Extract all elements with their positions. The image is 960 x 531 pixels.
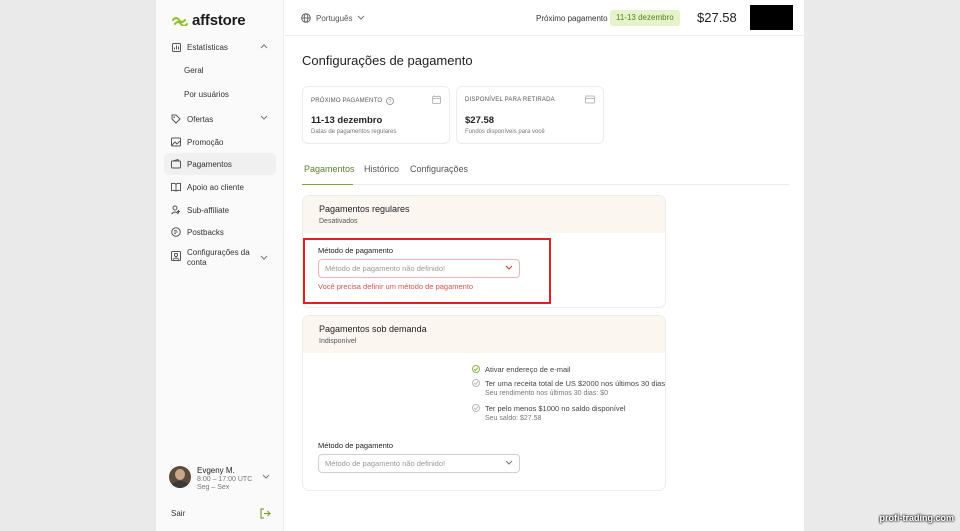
image-icon [171, 137, 181, 147]
card-value: $27.58 [465, 115, 495, 126]
sidebar-item-sub-affiliate[interactable]: Sub-affiliate [164, 199, 276, 221]
page-title: Configurações de pagamento [302, 53, 473, 68]
sidebar-item-label: Apoio ao cliente [187, 182, 244, 192]
sidebar-item-label: Promoção [187, 137, 224, 147]
panel-title: Pagamentos regulares [319, 204, 410, 214]
next-payment-card: PRÓXIMO PAGAMENTO ? 11-13 dezembro Datas… [302, 86, 450, 144]
tag-icon [171, 114, 181, 124]
next-payment-label: Próximo pagamento [536, 14, 608, 23]
account-icon [171, 251, 181, 261]
redacted-block [750, 5, 793, 30]
profile-name: Evgeny M. [197, 466, 235, 475]
sidebar-item-label: Ofertas [187, 114, 214, 124]
sidebar-item-label: Postbacks [187, 227, 224, 237]
card-label: DISPONÍVEL PARA RETIRADA [465, 97, 555, 103]
avatar [169, 466, 191, 488]
chevron-down-icon [260, 255, 268, 260]
check-circle-icon [472, 404, 480, 412]
calendar-icon [432, 95, 441, 104]
sidebar-item-label: Estatísticas [187, 42, 228, 52]
requirement-text: Ativar endereço de e-mail [485, 365, 571, 374]
sidebar-item-label: Pagamentos [187, 159, 232, 169]
payment-method-label: Método de pagamento [318, 441, 394, 450]
chevron-down-icon[interactable] [262, 474, 270, 480]
profile-hours: 8:00 – 17:00 UTC [197, 476, 253, 483]
sidebar-item-geral[interactable]: Geral [184, 66, 204, 75]
postback-icon [171, 227, 181, 237]
chevron-down-icon [260, 115, 268, 120]
payment-method-select[interactable]: Método de pagamento não definido! [318, 454, 520, 473]
language-label: Português [316, 13, 353, 23]
logout-icon[interactable] [260, 508, 271, 519]
panel-status: Desativados [319, 218, 358, 225]
watermark: profi-trading.com [879, 513, 955, 523]
logo[interactable]: affstore [172, 12, 246, 29]
requirement-text: Ter uma receita total de US $2000 nos úl… [485, 379, 666, 388]
requirement-detail: Seu saldo: $27.58 [485, 415, 542, 422]
tab-historico[interactable]: Histórico [364, 164, 399, 185]
sidebar-item-estatisticas[interactable]: Estatísticas [164, 36, 276, 58]
panel-title: Pagamentos sob demanda [319, 324, 427, 334]
header-balance: $27.58 [697, 10, 737, 25]
panel-header: Pagamentos regulares Desativados [303, 196, 665, 233]
check-circle-icon [472, 379, 480, 387]
wallet-icon [171, 159, 181, 169]
top-bar: Português Próximo pagamento 11-13 dezemb… [285, 0, 804, 36]
next-payment-badge: 11-13 dezembro [610, 10, 680, 26]
tab-pagamentos[interactable]: Pagamentos [302, 164, 355, 185]
logo-icon [172, 16, 188, 26]
tabs: Pagamentos Histórico Configurações [302, 162, 789, 185]
profile-days: Seg – Sex [197, 484, 230, 491]
globe-icon [301, 13, 311, 23]
available-withdraw-card: DISPONÍVEL PARA RETIRADA $27.58 Fundos d… [456, 86, 604, 144]
logout-button[interactable]: Sair [171, 509, 185, 518]
panel-header: Pagamentos sob demanda Indisponível [303, 316, 665, 353]
brand-name: affstore [192, 12, 246, 29]
panel-status: Indisponível [319, 338, 357, 345]
sidebar-item-label: Sub-affiliate [187, 205, 230, 215]
requirement-detail: Seu rendimento nos últimos 30 dias: $0 [485, 390, 608, 397]
sidebar-item-postbacks[interactable]: Postbacks [164, 221, 276, 243]
chevron-down-icon [505, 460, 513, 465]
profile-card[interactable]: Evgeny M. 8:00 – 17:00 UTC Seg – Sex [169, 466, 252, 491]
requirement-text: Ter pelo menos $1000 no saldo disponível [485, 404, 626, 413]
svg-text:?: ? [389, 99, 392, 105]
book-icon [171, 182, 181, 192]
chevron-up-icon [260, 44, 268, 49]
sidebar-item-apoio[interactable]: Apoio ao cliente [164, 176, 276, 198]
users-icon [171, 205, 181, 215]
sidebar: affstore Estatísticas Geral Por usuários… [156, 0, 284, 531]
chart-icon [171, 42, 181, 52]
sidebar-item-promocao[interactable]: Promoção [164, 131, 276, 153]
requirement-item: Ter pelo menos $1000 no saldo disponível… [472, 404, 626, 422]
tab-configuracoes[interactable]: Configurações [410, 164, 468, 185]
sidebar-item-label: Configurações da conta [187, 248, 250, 267]
select-placeholder: Método de pagamento não definido! [325, 459, 446, 468]
check-circle-icon [472, 365, 480, 373]
sidebar-item-ofertas[interactable]: Ofertas [164, 108, 276, 130]
highlight-frame [303, 238, 551, 304]
card-value: 11-13 dezembro [311, 115, 383, 126]
sidebar-item-por-usuarios[interactable]: Por usuários [184, 90, 229, 99]
help-icon[interactable]: ? [386, 97, 395, 105]
sidebar-item-pagamentos[interactable]: Pagamentos [164, 153, 276, 175]
card-wallet-icon [585, 95, 595, 104]
card-label: PRÓXIMO PAGAMENTO [311, 98, 383, 104]
card-subtitle: Fundos disponíveis para você [465, 129, 545, 135]
chevron-down-icon [358, 15, 365, 20]
card-subtitle: Datas de pagamentos regulares [311, 129, 397, 135]
language-selector[interactable]: Português [301, 13, 365, 23]
requirement-item: Ter uma receita total de US $2000 nos úl… [472, 379, 665, 397]
sidebar-item-configuracoes-conta[interactable]: Configurações da conta [164, 244, 276, 272]
requirement-item: Ativar endereço de e-mail [472, 365, 570, 374]
